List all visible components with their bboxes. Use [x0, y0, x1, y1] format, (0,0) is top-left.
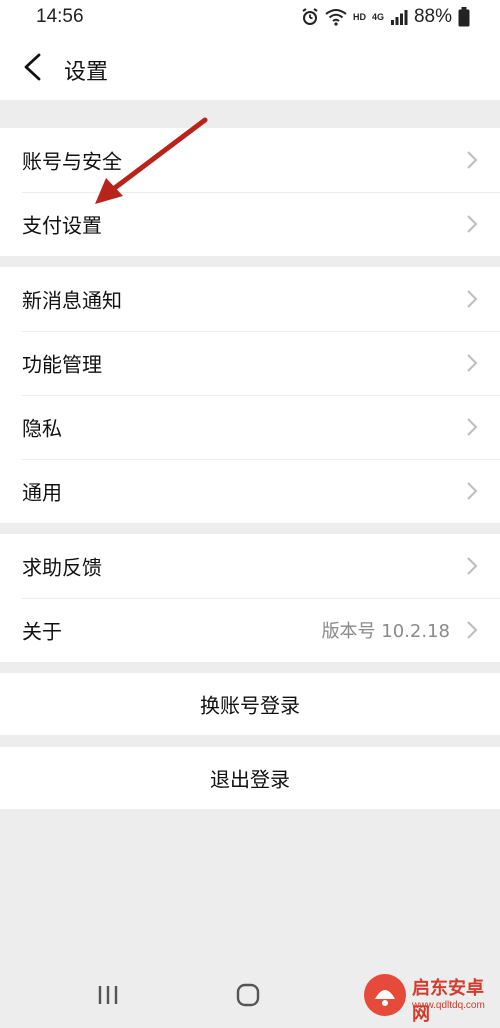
alarm-icon: [302, 8, 318, 25]
recent-apps-icon[interactable]: [93, 980, 123, 1010]
status-icons: HD 4G 88%: [301, 6, 470, 28]
row-notifications[interactable]: 新消息通知: [0, 267, 500, 331]
chevron-right-icon: [467, 215, 478, 233]
signal-icon: [390, 10, 408, 25]
back-arrow-icon[interactable]: [20, 52, 44, 82]
title-bar: 设置: [0, 34, 500, 100]
logout-label: 退出登录: [210, 767, 290, 792]
row-help-feedback[interactable]: 求助反馈: [0, 534, 500, 598]
row-payment-settings[interactable]: 支付设置: [0, 192, 500, 256]
row-general[interactable]: 通用: [0, 459, 500, 523]
settings-group-account: 账号与安全 支付设置: [0, 128, 500, 256]
status-time: 14:56: [36, 6, 84, 27]
row-privacy[interactable]: 隐私: [0, 395, 500, 459]
chevron-right-icon: [467, 482, 478, 500]
row-label: 支付设置: [22, 213, 102, 238]
network-type-label: 4G: [371, 12, 384, 22]
row-label: 账号与安全: [22, 149, 122, 174]
row-label: 通用: [22, 480, 62, 505]
logout-button[interactable]: 退出登录: [0, 747, 500, 809]
chevron-right-icon: [467, 557, 478, 575]
page-title: 设置: [64, 60, 109, 85]
row-label: 功能管理: [22, 352, 102, 377]
row-label: 隐私: [22, 416, 62, 441]
row-account-security[interactable]: 账号与安全: [0, 128, 500, 192]
row-label: 求助反馈: [22, 555, 102, 580]
row-label: 关于: [22, 619, 62, 644]
home-icon[interactable]: [233, 980, 263, 1010]
battery-percent: 88%: [413, 6, 452, 27]
chevron-right-icon: [467, 621, 478, 639]
chevron-right-icon: [467, 418, 478, 436]
watermark-logo: 启东安卓网 www.qdltdq.com: [362, 968, 494, 1025]
switch-account-label: 换账号登录: [200, 693, 300, 718]
switch-account-button[interactable]: 换账号登录: [0, 673, 500, 735]
wifi-icon: [325, 9, 347, 26]
chevron-right-icon: [467, 151, 478, 169]
row-label: 新消息通知: [22, 288, 122, 313]
status-bar: 14:56 HD 4G 88%: [0, 0, 500, 34]
hd-label: HD: [352, 12, 366, 22]
settings-group-general: 新消息通知 功能管理 隐私 通用: [0, 267, 500, 523]
watermark-logo-icon: [364, 974, 406, 1016]
watermark-url: www.qdltdq.com: [412, 1000, 485, 1011]
chevron-right-icon: [467, 354, 478, 372]
row-about[interactable]: 关于 版本号 10.2.18: [0, 598, 500, 662]
settings-group-help: 求助反馈 关于 版本号 10.2.18: [0, 534, 500, 662]
version-text: 版本号 10.2.18: [321, 621, 450, 642]
battery-icon: [458, 7, 470, 27]
chevron-right-icon: [467, 290, 478, 308]
row-features[interactable]: 功能管理: [0, 331, 500, 395]
